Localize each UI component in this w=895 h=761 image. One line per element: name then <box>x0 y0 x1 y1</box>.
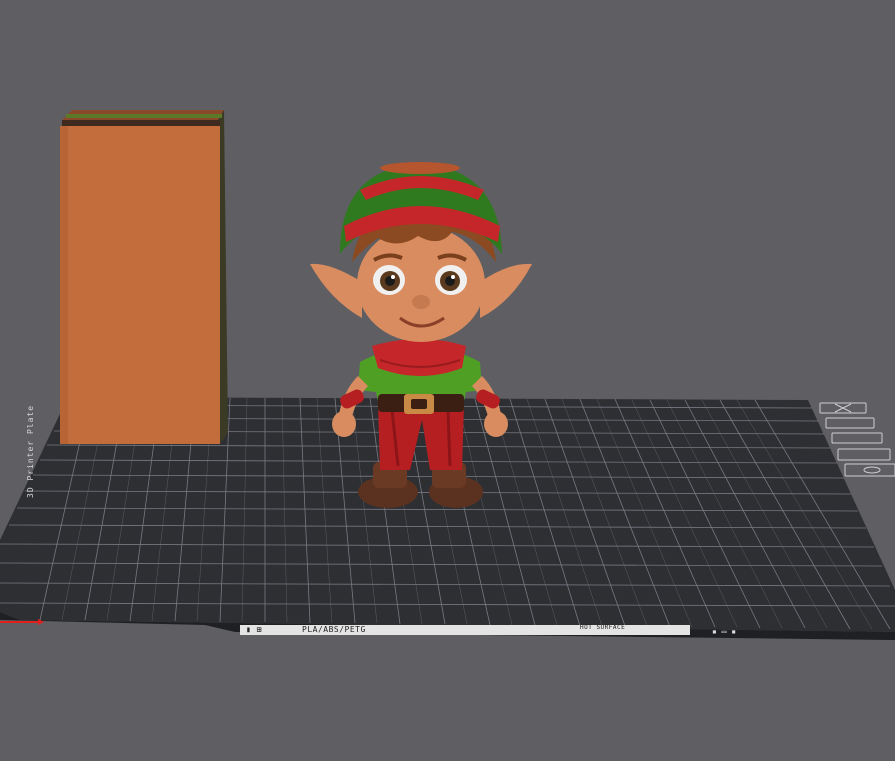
hot-surface-warning: HOT SURFACE <box>580 624 626 631</box>
bed-side-text: 3D Printer Plate <box>26 404 35 498</box>
prime-tower[interactable] <box>60 110 228 444</box>
bed-material-label: ▮ ⊞ PLA/ABS/PETG HOT SURFACE <box>240 625 690 635</box>
bed-material-text: PLA/ABS/PETG <box>302 625 366 634</box>
bed-label-icons: ▮ ⊞ <box>246 625 262 634</box>
bed-end-marks: ▪ ▭ ▪ <box>712 627 737 636</box>
3d-viewport[interactable] <box>0 0 895 761</box>
